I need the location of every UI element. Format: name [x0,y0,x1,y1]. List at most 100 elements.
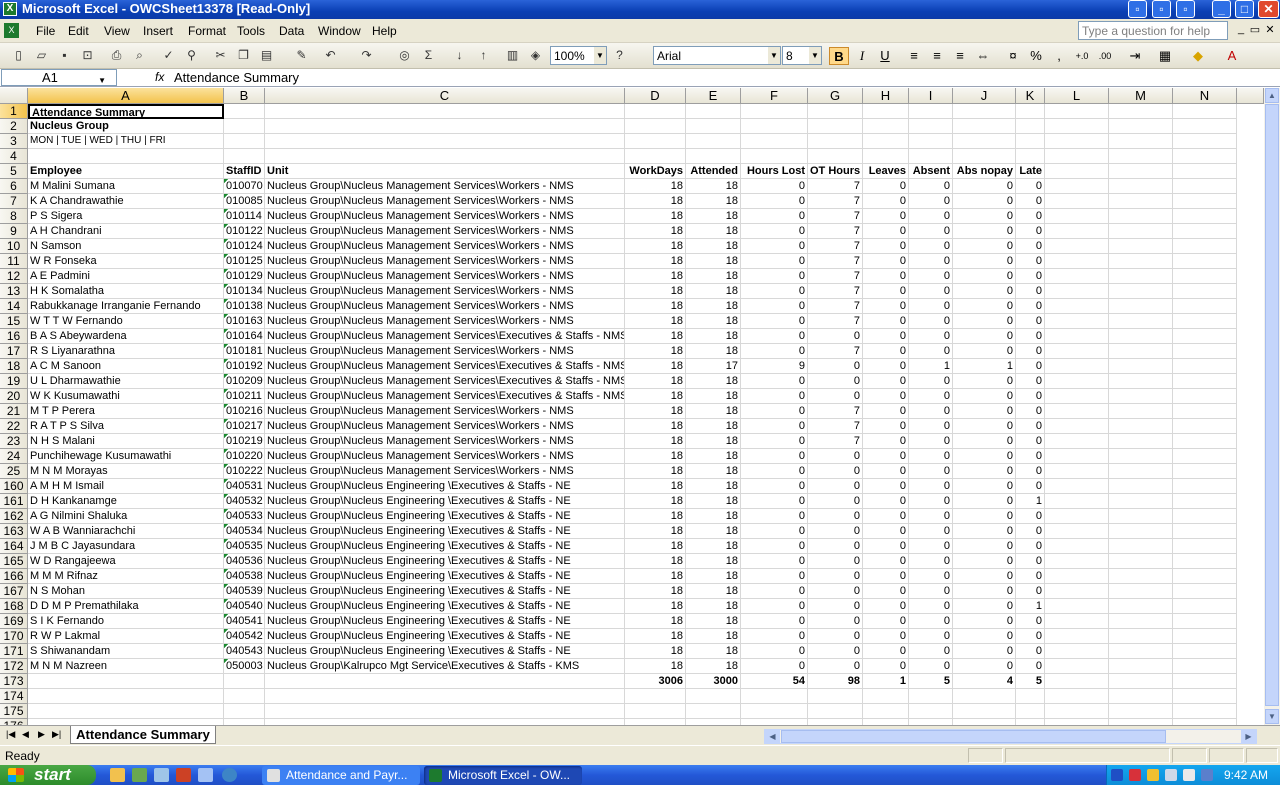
cell-i6[interactable]: 0 [909,179,953,194]
cell-f18[interactable]: 9 [741,359,808,374]
cell-l17[interactable] [1045,344,1109,359]
cell-e25[interactable]: 18 [686,464,741,479]
cell-h168[interactable]: 0 [863,599,909,614]
scroll-up-icon[interactable]: ▲ [1265,88,1279,103]
cell-f2[interactable] [741,119,808,134]
cell-k24[interactable]: 0 [1016,449,1045,464]
cell-d171[interactable]: 18 [625,644,686,659]
row-header[interactable]: 163 [0,524,28,539]
cell-k10[interactable]: 0 [1016,239,1045,254]
cell-d163[interactable]: 18 [625,524,686,539]
cell-a4[interactable] [28,149,224,164]
cell-a8[interactable]: P S Sigera [28,209,224,224]
cell-h18[interactable]: 0 [863,359,909,374]
cell-d5[interactable]: WorkDays [625,164,686,179]
cell-a13[interactable]: H K Somalatha [28,284,224,299]
cell-k23[interactable]: 0 [1016,434,1045,449]
cell-i164[interactable]: 0 [909,539,953,554]
cell-l6[interactable] [1045,179,1109,194]
cell-h21[interactable]: 0 [863,404,909,419]
cell-f25[interactable]: 0 [741,464,808,479]
cell-b175[interactable] [224,704,265,719]
cell-i14[interactable]: 0 [909,299,953,314]
cell-b174[interactable] [224,689,265,704]
row-header[interactable]: 160 [0,479,28,494]
cell-b2[interactable] [224,119,265,134]
cell-i173[interactable]: 5 [909,674,953,689]
cell-m166[interactable] [1109,569,1173,584]
cell-e16[interactable]: 18 [686,329,741,344]
cell-n174[interactable] [1173,689,1237,704]
cell-a17[interactable]: R S Liyanarathna [28,344,224,359]
row-header[interactable]: 4 [0,149,28,164]
cell-f19[interactable]: 0 [741,374,808,389]
cell-j174[interactable] [953,689,1016,704]
prev-sheet-icon[interactable]: ◀ [22,729,29,740]
row-header[interactable]: 171 [0,644,28,659]
cell-n11[interactable] [1173,254,1237,269]
cell-l22[interactable] [1045,419,1109,434]
cell-g13[interactable]: 7 [808,284,863,299]
cell-f5[interactable]: Hours Lost [741,164,808,179]
cell-j166[interactable]: 0 [953,569,1016,584]
row-header[interactable]: 8 [0,209,28,224]
cell-e165[interactable]: 18 [686,554,741,569]
cell-l12[interactable] [1045,269,1109,284]
cell-n171[interactable] [1173,644,1237,659]
sort-descending-icon[interactable]: ↑ [475,47,492,64]
cell-m17[interactable] [1109,344,1173,359]
copy-icon[interactable]: ❐ [235,47,252,64]
cell-g4[interactable] [808,149,863,164]
cell-e9[interactable]: 18 [686,224,741,239]
cell-c5[interactable]: Unit [265,164,625,179]
cell-l166[interactable] [1045,569,1109,584]
cell-e5[interactable]: Attended [686,164,741,179]
cell-l161[interactable] [1045,494,1109,509]
cell-d8[interactable]: 18 [625,209,686,224]
cell-g24[interactable]: 0 [808,449,863,464]
cell-a162[interactable]: A G Nilmini Shaluka [28,509,224,524]
cell-e22[interactable]: 18 [686,419,741,434]
cell-c25[interactable]: Nucleus Group\Nucleus Management Service… [265,464,625,479]
cell-a14[interactable]: Rabukkanage Irranganie Fernando [28,299,224,314]
quicklaunch-icon[interactable] [110,768,125,782]
cell-k168[interactable]: 1 [1016,599,1045,614]
cell-a24[interactable]: Punchihewage Kusumawathi [28,449,224,464]
cell-d23[interactable]: 18 [625,434,686,449]
horizontal-scrollbar[interactable]: ◀ ▶ [764,729,1257,744]
cell-l4[interactable] [1045,149,1109,164]
cell-m14[interactable] [1109,299,1173,314]
cell-k17[interactable]: 0 [1016,344,1045,359]
cell-b7[interactable]: 010085 [224,194,265,209]
cell-i175[interactable] [909,704,953,719]
row-header[interactable]: 166 [0,569,28,584]
cell-m22[interactable] [1109,419,1173,434]
cell-b3[interactable] [224,134,265,149]
row-header[interactable]: 3 [0,134,28,149]
cell-c19[interactable]: Nucleus Group\Nucleus Management Service… [265,374,625,389]
cell-i171[interactable]: 0 [909,644,953,659]
autosum-icon[interactable]: Σ [420,47,437,64]
cell-f174[interactable] [741,689,808,704]
cell-c167[interactable]: Nucleus Group\Nucleus Engineering \Execu… [265,584,625,599]
cell-d9[interactable]: 18 [625,224,686,239]
cell-i2[interactable] [909,119,953,134]
cell-h166[interactable]: 0 [863,569,909,584]
cell-c11[interactable]: Nucleus Group\Nucleus Management Service… [265,254,625,269]
cell-l19[interactable] [1045,374,1109,389]
cell-n164[interactable] [1173,539,1237,554]
cell-b5[interactable]: StaffID [224,164,265,179]
cell-d20[interactable]: 18 [625,389,686,404]
cell-m10[interactable] [1109,239,1173,254]
cell-f165[interactable]: 0 [741,554,808,569]
cell-e8[interactable]: 18 [686,209,741,224]
cell-b161[interactable]: 040532 [224,494,265,509]
cell-c174[interactable] [265,689,625,704]
cell-m168[interactable] [1109,599,1173,614]
cell-f20[interactable]: 0 [741,389,808,404]
cell-b165[interactable]: 040536 [224,554,265,569]
workbook-icon[interactable]: X [4,23,19,38]
cell-l9[interactable] [1045,224,1109,239]
cell-b19[interactable]: 010209 [224,374,265,389]
cell-h173[interactable]: 1 [863,674,909,689]
